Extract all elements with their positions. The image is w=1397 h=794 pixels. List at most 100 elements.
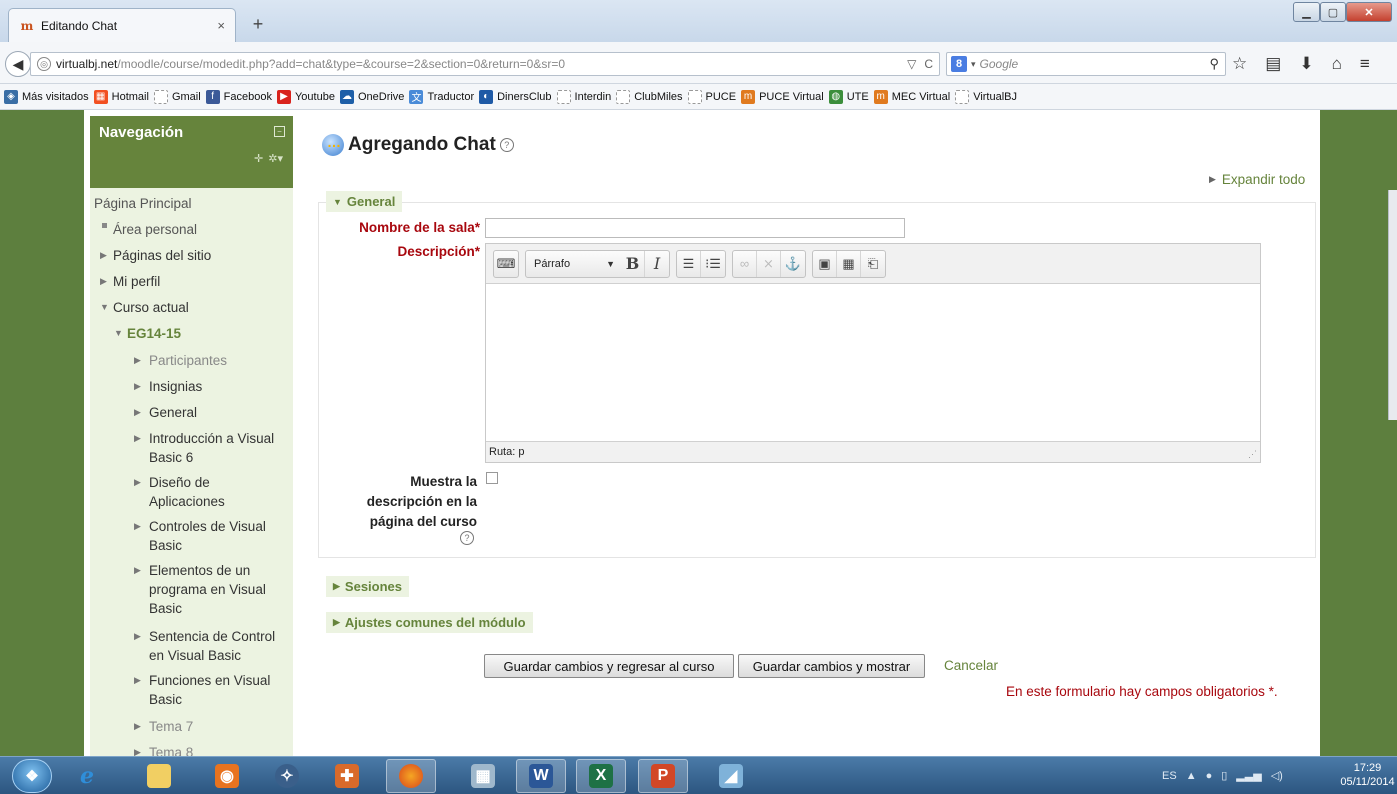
bookmark-item[interactable]: ◈ Más visitados [4, 89, 89, 104]
expand-arrow-icon[interactable]: ▶ [134, 381, 141, 392]
bookmark-item[interactable]: Interdin [556, 89, 611, 104]
bookmark-item[interactable]: ☁ OneDrive [339, 89, 404, 104]
bookmark-item[interactable]: f Facebook [205, 89, 272, 104]
collapse-block-icon[interactable]: − [274, 126, 285, 137]
resize-grip-icon[interactable]: ⋰ [1248, 449, 1257, 460]
expand-arrow-icon[interactable]: ▶ [134, 631, 141, 642]
window-maximize-button[interactable]: ▢ [1320, 2, 1346, 22]
bookmark-item[interactable]: ▶ Youtube [276, 89, 335, 104]
bookmark-item[interactable]: ◐ DinersClub [479, 89, 552, 104]
nav-mi-perfil[interactable]: Mi perfil [113, 272, 160, 292]
vertical-scrollbar[interactable] [1388, 190, 1397, 420]
google-logo-icon[interactable]: 8 [951, 56, 967, 72]
link-icon[interactable]: ∞ [733, 250, 757, 277]
nav-curso-actual[interactable]: Curso actual [113, 298, 189, 318]
bookmark-star-icon[interactable]: ☆ [1232, 54, 1247, 74]
search-engine-dropdown-icon[interactable]: ▾ [971, 59, 976, 70]
bullet-list-icon[interactable]: ☰ [677, 250, 701, 277]
taskbar-calculator[interactable]: ▦ [458, 759, 508, 793]
room-name-input[interactable] [485, 218, 905, 238]
taskbar-word[interactable]: W [516, 759, 566, 793]
expand-arrow-icon[interactable]: ▶ [134, 407, 141, 418]
bookmark-item[interactable]: m PUCE Virtual [741, 89, 824, 104]
bookmark-item[interactable]: Gmail [153, 89, 201, 104]
file-manager-icon[interactable]: ⎗ [861, 251, 885, 277]
expand-arrow-icon[interactable]: ▶ [100, 276, 107, 287]
expand-arrow-icon[interactable]: ▶ [134, 565, 141, 576]
editor-content-area[interactable] [486, 284, 1260, 441]
collapse-arrow-icon[interactable]: ▼ [114, 328, 123, 338]
window-minimize-button[interactable]: ▁ [1293, 2, 1320, 22]
bookmarks-list-icon[interactable]: ▤ [1265, 54, 1281, 74]
system-clock[interactable]: 17:29 05/11/2014 [1340, 761, 1395, 789]
nav-tema-3-line2[interactable]: Basic [149, 536, 182, 556]
unlink-icon[interactable]: ⨯ [757, 250, 781, 277]
taskbar-app-4[interactable]: ✧ [262, 759, 312, 793]
cancel-button[interactable]: Cancelar [944, 658, 998, 673]
nav-participantes[interactable]: Participantes [149, 351, 227, 371]
section-sesiones-toggle[interactable]: ▶ Sesiones [326, 576, 410, 597]
expand-arrow-icon[interactable]: ▶ [134, 747, 141, 756]
taskbar-internet-explorer[interactable]: e [62, 759, 112, 793]
nav-home-link[interactable]: Página Principal [94, 194, 192, 214]
save-and-display-button[interactable]: Guardar cambios y mostrar [738, 654, 925, 678]
expand-arrow-icon[interactable]: ▶ [134, 675, 141, 686]
tray-app-icon[interactable]: ● [1206, 770, 1213, 782]
language-indicator[interactable]: ES [1162, 770, 1177, 782]
window-close-button[interactable]: ✕ [1346, 2, 1392, 22]
nav-tema-2-line2[interactable]: Aplicaciones [149, 492, 225, 512]
bookmark-item[interactable]: 文 Traductor [409, 89, 474, 104]
search-icon[interactable]: ⚲ [1209, 56, 1225, 72]
save-and-return-button[interactable]: Guardar cambios y regresar al curso [484, 654, 734, 678]
expand-arrow-icon[interactable]: ▶ [100, 250, 107, 261]
bookmark-item[interactable]: ClubMiles [616, 89, 683, 104]
url-bar[interactable]: ◎ virtualbj.net/moodle/course/modedit.ph… [30, 52, 940, 76]
bookmark-item[interactable]: ▦ Hotmail [93, 89, 149, 104]
nav-tema-4-line3[interactable]: Basic [149, 599, 182, 619]
taskbar-firefox[interactable] [386, 759, 436, 793]
url-text[interactable]: virtualbj.net/moodle/course/modedit.php?… [56, 57, 902, 71]
nav-tema-1-line2[interactable]: Basic 6 [149, 448, 193, 468]
taskbar-app-5[interactable]: ✚ [322, 759, 372, 793]
nav-tema-2-line1[interactable]: Diseño de [149, 473, 210, 493]
volume-icon[interactable]: ◁) [1271, 769, 1283, 782]
menu-icon[interactable]: ≡ [1360, 54, 1370, 74]
anchor-icon[interactable]: ⚓ [781, 251, 805, 277]
search-bar[interactable]: 8 ▾ Google ⚲ [946, 52, 1226, 76]
downloads-icon[interactable]: ⬇ [1299, 54, 1313, 74]
move-icon[interactable]: ✛ [254, 152, 263, 165]
gear-icon[interactable]: ✲▾ [268, 152, 283, 165]
nav-course-code[interactable]: EG14-15 [127, 324, 181, 344]
home-icon[interactable]: ⌂ [1332, 54, 1342, 74]
bookmark-item[interactable]: ◍ UTE [828, 89, 869, 104]
media-icon[interactable]: ▦ [837, 250, 861, 277]
browser-tab-active[interactable]: m Editando Chat × [8, 8, 236, 42]
expand-arrow-icon[interactable]: ▶ [134, 477, 141, 488]
nav-insignias[interactable]: Insignias [149, 377, 202, 397]
show-description-checkbox[interactable] [486, 472, 498, 484]
battery-icon[interactable]: ▯ [1221, 769, 1227, 782]
section-ajustes-toggle[interactable]: ▶ Ajustes comunes del módulo [326, 612, 533, 633]
expand-arrow-icon[interactable]: ▶ [134, 521, 141, 532]
taskbar-file-explorer[interactable] [134, 759, 184, 793]
nav-tema-3-line1[interactable]: Controles de Visual [149, 517, 266, 537]
help-icon[interactable]: ? [499, 138, 514, 152]
collapse-arrow-icon[interactable]: ▼ [100, 302, 109, 312]
expand-arrow-icon[interactable]: ▶ [134, 721, 141, 732]
section-general-toggle[interactable]: ▼ General [326, 191, 403, 212]
help-icon[interactable]: ? [460, 531, 474, 545]
tray-expand-icon[interactable]: ▲ [1186, 770, 1197, 782]
bookmark-item[interactable]: PUCE [687, 89, 736, 104]
taskbar-media-player[interactable]: ◉ [202, 759, 252, 793]
back-button[interactable]: ◀ [5, 51, 31, 77]
italic-button[interactable]: I [645, 251, 669, 277]
expand-arrow-icon[interactable]: ▶ [134, 433, 141, 444]
expand-all-link[interactable]: ▶ Expandir todo [1209, 172, 1305, 187]
nav-tema-7[interactable]: Tema 7 [149, 717, 193, 737]
nav-general[interactable]: General [149, 403, 197, 423]
nav-area-personal[interactable]: Área personal [113, 220, 197, 240]
nav-tema-4-line2[interactable]: programa en Visual [149, 580, 266, 600]
new-tab-button[interactable]: + [246, 12, 270, 36]
tab-close-icon[interactable]: × [217, 18, 225, 33]
taskbar-excel[interactable]: X [576, 759, 626, 793]
